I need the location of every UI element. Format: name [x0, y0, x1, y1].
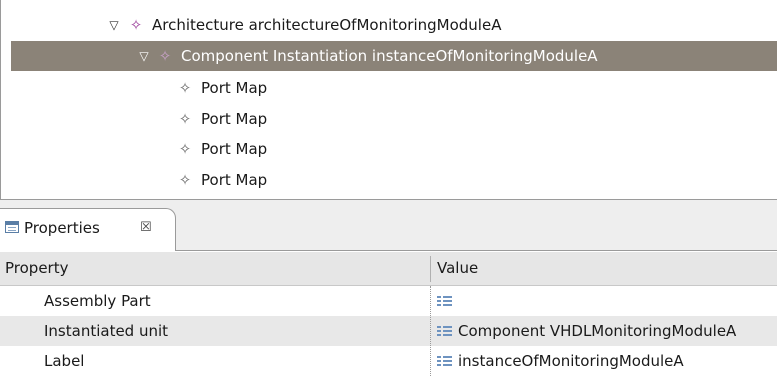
eclipse-view: ▽ ✧ Architecture architectureOfMonitorin…: [0, 0, 777, 376]
value-list-icon: [437, 295, 452, 306]
property-value-text: instanceOfMonitoringModuleA: [458, 352, 684, 370]
table-row[interactable]: Assembly Part: [0, 286, 777, 316]
port-map-diamond-icon: ✧: [178, 110, 192, 128]
property-name: Instantiated unit: [44, 322, 169, 340]
tree-node-label: Port Map: [201, 79, 268, 97]
value-list-icon: [437, 325, 452, 336]
tab-properties[interactable]: Properties ☒: [0, 208, 176, 251]
tab-label: Properties: [24, 219, 100, 237]
table-row[interactable]: Label instanceOfMonitoringModuleA: [0, 346, 777, 376]
port-map-diamond-icon: ✧: [178, 171, 192, 189]
property-value-text: Component VHDLMonitoringModuleA: [458, 322, 737, 340]
tree-node-port-map[interactable]: ✧ Port Map: [11, 134, 777, 164]
column-divider: [430, 286, 431, 376]
architecture-diamond-icon: ✧: [129, 16, 143, 34]
property-value[interactable]: Component VHDLMonitoringModuleA: [437, 316, 777, 346]
column-header-value[interactable]: Value: [432, 252, 478, 285]
tree-node-architecture[interactable]: ▽ ✧ Architecture architectureOfMonitorin…: [11, 10, 777, 40]
property-name: Label: [44, 352, 85, 370]
table-row[interactable]: Instantiated unit Component VHDLMonitori…: [0, 316, 777, 346]
tree-node-port-map[interactable]: ✧ Port Map: [11, 104, 777, 134]
properties-view: Properties ☒ Property Value Assembly Par…: [0, 200, 777, 376]
tree-node-component-instantiation[interactable]: ▽ ✧ Component Instantiation instanceOfMo…: [11, 41, 777, 71]
properties-table-icon: [5, 221, 19, 233]
outline-tree[interactable]: ▽ ✧ Architecture architectureOfMonitorin…: [0, 0, 777, 199]
port-map-diamond-icon: ✧: [178, 79, 192, 97]
property-name: Assembly Part: [44, 292, 151, 310]
port-map-diamond-icon: ✧: [178, 140, 192, 158]
property-value[interactable]: instanceOfMonitoringModuleA: [437, 346, 777, 376]
tree-node-label: Port Map: [201, 140, 268, 158]
close-icon[interactable]: ☒: [140, 219, 152, 237]
value-list-icon: [437, 355, 452, 366]
tree-node-label: Architecture architectureOfMonitoringMod…: [152, 16, 502, 34]
properties-table-header: Property Value: [0, 252, 777, 286]
collapse-triangle-icon[interactable]: ▽: [107, 10, 121, 40]
tree-node-port-map[interactable]: ✧ Port Map: [11, 73, 777, 103]
collapse-triangle-icon[interactable]: ▽: [137, 41, 151, 71]
tree-node-label: Port Map: [201, 110, 268, 128]
property-value[interactable]: [437, 286, 777, 316]
tree-node-label: Port Map: [201, 171, 268, 189]
column-header-property[interactable]: Property: [0, 252, 68, 285]
tree-node-port-map[interactable]: ✧ Port Map: [11, 165, 777, 195]
column-separator[interactable]: [430, 256, 431, 282]
tree-node-label: Component Instantiation instanceOfMonito…: [181, 47, 598, 65]
component-diamond-icon: ✧: [158, 47, 172, 65]
